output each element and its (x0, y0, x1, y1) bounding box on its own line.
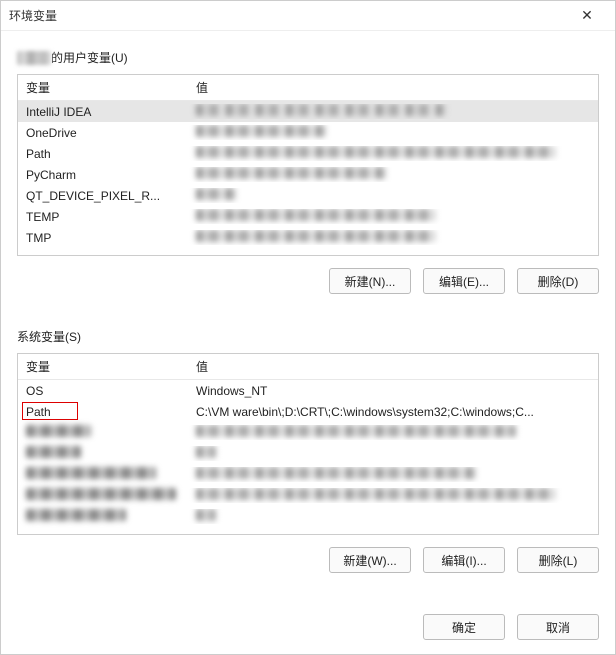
blurred-value (196, 104, 446, 116)
table-row[interactable]: Path (18, 143, 598, 164)
user-vars-label: 的用户变量(U) (17, 49, 599, 66)
var-name-cell (18, 509, 188, 524)
system-vars-body: OSWindows_NTPathC:\VM ware\bin\;D:\CRT\;… (18, 380, 598, 527)
var-name-cell: IntelliJ IDEA (18, 105, 188, 119)
table-row[interactable]: PathC:\VM ware\bin\;D:\CRT\;C:\windows\s… (18, 401, 598, 422)
var-value-cell (188, 509, 598, 524)
blurred-var-name (26, 446, 81, 458)
blurred-var-name (26, 488, 176, 500)
var-name-cell (18, 446, 188, 461)
user-vars-header: 变量 值 (18, 75, 598, 101)
table-row[interactable]: PyCharm (18, 164, 598, 185)
var-value-cell (188, 230, 598, 245)
blurred-value (196, 146, 556, 158)
user-new-button[interactable]: 新建(N)... (329, 268, 411, 294)
system-header-val[interactable]: 值 (188, 358, 598, 375)
table-row[interactable] (18, 506, 598, 527)
var-name-cell (18, 467, 188, 482)
system-vars-list[interactable]: 变量 值 OSWindows_NTPathC:\VM ware\bin\;D:\… (17, 353, 599, 535)
var-value-cell (188, 446, 598, 461)
var-name-cell: OneDrive (18, 126, 188, 140)
table-row[interactable] (18, 464, 598, 485)
var-value-cell (188, 125, 598, 140)
blurred-var-name (26, 425, 91, 437)
blurred-value (196, 425, 516, 437)
var-name-cell: TEMP (18, 210, 188, 224)
table-row[interactable] (18, 485, 598, 506)
blurred-value (196, 209, 436, 221)
titlebar: 环境变量 ✕ (1, 1, 615, 31)
system-edit-button[interactable]: 编辑(I)... (423, 547, 505, 573)
table-row[interactable]: TEMP (18, 206, 598, 227)
user-edit-button[interactable]: 编辑(E)... (423, 268, 505, 294)
dialog-content: 的用户变量(U) 变量 值 IntelliJ IDEAOneDrivePathP… (1, 31, 615, 604)
dialog-footer: 确定 取消 (1, 604, 615, 654)
system-new-button[interactable]: 新建(W)... (329, 547, 411, 573)
blurred-var-name (26, 509, 126, 521)
var-value-cell (188, 188, 598, 203)
user-header-val[interactable]: 值 (188, 79, 598, 96)
user-header-var[interactable]: 变量 (18, 79, 188, 96)
env-vars-dialog: 环境变量 ✕ 的用户变量(U) 变量 值 IntelliJ IDEA OneDri… (0, 0, 616, 655)
var-value-cell (188, 209, 598, 224)
system-vars-label: 系统变量(S) (17, 328, 599, 345)
close-button[interactable]: ✕ (567, 2, 607, 30)
var-name-cell (18, 425, 188, 440)
system-delete-button[interactable]: 删除(L) (517, 547, 599, 573)
var-value-cell (188, 146, 598, 161)
var-value-cell (188, 167, 598, 182)
close-icon: ✕ (581, 7, 593, 24)
blurred-value (196, 509, 216, 521)
blurred-value (196, 230, 436, 242)
blurred-value (196, 446, 216, 458)
var-name-cell: OS (18, 384, 188, 398)
user-vars-list[interactable]: 变量 值 IntelliJ IDEA OneDrive Path PyCharm QT_… (17, 74, 599, 256)
user-vars-label-suffix: 的用户变量(U) (51, 49, 128, 66)
blurred-value (196, 467, 476, 479)
var-value-cell (188, 467, 598, 482)
table-row[interactable]: OneDrive (18, 122, 598, 143)
var-name-cell: Path (18, 147, 188, 161)
system-header-var[interactable]: 变量 (18, 358, 188, 375)
blurred-value (196, 488, 556, 500)
dialog-title: 环境变量 (9, 7, 567, 24)
table-row[interactable]: TMP (18, 227, 598, 248)
user-delete-button[interactable]: 删除(D) (517, 268, 599, 294)
var-value-cell: C:\VM ware\bin\;D:\CRT\;C:\windows\syste… (188, 405, 598, 419)
user-vars-body: IntelliJ IDEA OneDrive Path PyCharm QT_DEVIC… (18, 101, 598, 248)
table-row[interactable] (18, 422, 598, 443)
var-value-cell (188, 425, 598, 440)
var-name-cell: Path (18, 405, 188, 419)
var-value-cell (188, 104, 598, 119)
system-vars-buttons: 新建(W)... 编辑(I)... 删除(L) (17, 547, 599, 573)
var-value-cell: Windows_NT (188, 384, 598, 398)
cancel-button[interactable]: 取消 (517, 614, 599, 640)
var-name-cell: PyCharm (18, 168, 188, 182)
user-vars-buttons: 新建(N)... 编辑(E)... 删除(D) (17, 268, 599, 294)
blurred-value (196, 167, 386, 179)
table-row[interactable]: QT_DEVICE_PIXEL_R... (18, 185, 598, 206)
table-row[interactable] (18, 443, 598, 464)
var-value-cell (188, 488, 598, 503)
var-name-cell (18, 488, 188, 503)
var-name-cell: TMP (18, 231, 188, 245)
table-row[interactable]: OSWindows_NT (18, 380, 598, 401)
var-name-cell: QT_DEVICE_PIXEL_R... (18, 189, 188, 203)
system-vars-header: 变量 值 (18, 354, 598, 380)
table-row[interactable]: IntelliJ IDEA (18, 101, 598, 122)
blurred-value (196, 188, 236, 200)
blurred-var-name (26, 467, 156, 479)
blurred-value (196, 125, 326, 137)
blurred-username (17, 51, 51, 65)
ok-button[interactable]: 确定 (423, 614, 505, 640)
